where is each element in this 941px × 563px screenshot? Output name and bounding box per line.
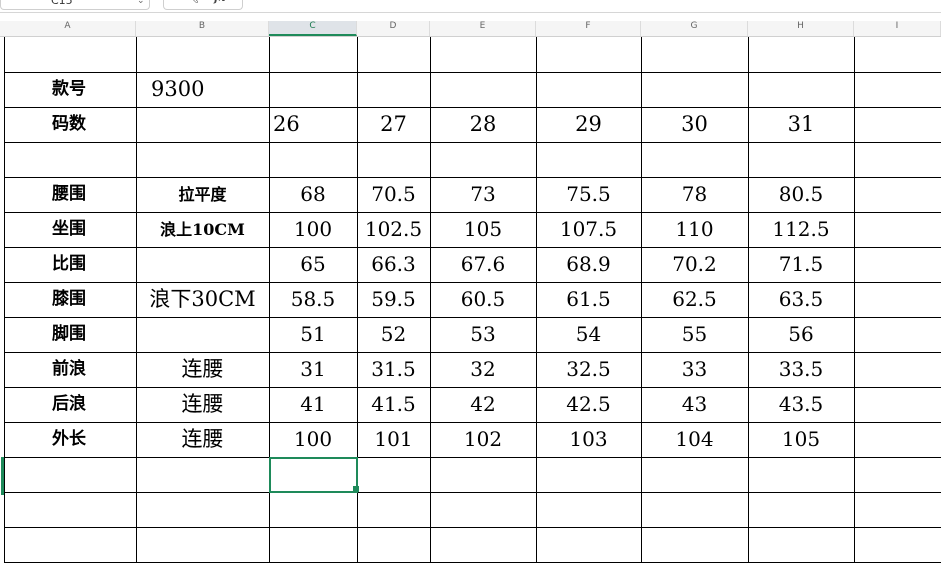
measure-value-cell[interactable]: 105 — [748, 422, 854, 457]
size-header-cell[interactable]: 26 — [269, 107, 357, 142]
measure-value-cell[interactable]: 80.5 — [748, 177, 854, 212]
measure-label[interactable]: 外长 — [4, 422, 136, 457]
measure-value-cell[interactable]: 54 — [536, 317, 641, 352]
column-header-a[interactable]: A — [0, 21, 136, 36]
measure-value-cell[interactable]: 63.5 — [748, 282, 854, 317]
measure-value-cell[interactable]: 51 — [269, 317, 357, 352]
size-header-cell[interactable]: 27 — [357, 107, 430, 142]
measure-value-cell[interactable]: 41 — [269, 387, 357, 422]
size-label[interactable]: 码数 — [4, 107, 136, 142]
measure-value-cell[interactable]: 71.5 — [748, 247, 854, 282]
size-header-cell[interactable]: 31 — [748, 107, 854, 142]
grid-hline — [4, 142, 941, 143]
measure-label[interactable]: 坐围 — [4, 212, 136, 247]
measure-note[interactable]: 拉平度 — [136, 177, 269, 212]
measure-value-cell[interactable]: 42.5 — [536, 387, 641, 422]
measure-label[interactable]: 后浪 — [4, 387, 136, 422]
measure-label[interactable]: 膝围 — [4, 282, 136, 317]
measure-value-cell[interactable]: 43 — [641, 387, 748, 422]
column-header-c[interactable]: C — [269, 21, 357, 36]
column-header-i[interactable]: I — [854, 21, 941, 36]
measure-value-cell[interactable]: 102.5 — [357, 212, 430, 247]
measure-value-cell[interactable]: 68 — [269, 177, 357, 212]
measure-note[interactable]: 浪上10CM — [136, 212, 269, 247]
measure-value-cell[interactable]: 100 — [269, 422, 357, 457]
measure-value-cell[interactable]: 62.5 — [641, 282, 748, 317]
measure-note[interactable]: 连腰 — [136, 422, 269, 457]
measure-label[interactable]: 比围 — [4, 247, 136, 282]
measure-value-cell[interactable]: 75.5 — [536, 177, 641, 212]
style-no-label[interactable]: 款号 — [4, 72, 136, 107]
measure-label[interactable]: 前浪 — [4, 352, 136, 387]
measure-value-cell[interactable]: 43.5 — [748, 387, 854, 422]
measure-value-cell[interactable]: 53 — [430, 317, 536, 352]
measure-value-cell[interactable]: 66.3 — [357, 247, 430, 282]
measure-value-cell[interactable]: 104 — [641, 422, 748, 457]
measure-value-cell[interactable]: 105 — [430, 212, 536, 247]
measure-value-cell[interactable]: 58.5 — [269, 282, 357, 317]
fx-icon[interactable]: fx — [214, 0, 225, 4]
fill-handle[interactable] — [353, 486, 359, 492]
measure-note[interactable]: 连腰 — [136, 387, 269, 422]
column-header-bar: ABCDEFGHI — [0, 21, 941, 37]
measure-value-cell[interactable]: 110 — [641, 212, 748, 247]
size-header-cell[interactable]: 29 — [536, 107, 641, 142]
measure-label[interactable]: 腰围 — [4, 177, 136, 212]
measure-value-cell[interactable]: 55 — [641, 317, 748, 352]
grid-hline — [4, 457, 941, 458]
magnifier-icon[interactable]: 🔍︎ — [184, 0, 199, 4]
measure-value-cell[interactable]: 31 — [269, 352, 357, 387]
measure-value-cell[interactable]: 100 — [269, 212, 357, 247]
style-no-value[interactable]: 9300 — [136, 72, 269, 107]
formula-bar: C15 ⌄ 🔍︎ fx — [0, 0, 941, 13]
column-header-d[interactable]: D — [357, 21, 430, 36]
measure-value-cell[interactable]: 103 — [536, 422, 641, 457]
column-header-h[interactable]: H — [748, 21, 854, 36]
grid-hline — [4, 492, 941, 493]
grid-vline — [854, 37, 855, 563]
column-header-b[interactable]: B — [136, 21, 269, 36]
measure-value-cell[interactable]: 70.2 — [641, 247, 748, 282]
spreadsheet-grid[interactable]: 款号 9300 码数 26 27 28 29 30 31 腰围 拉平度 68 70.5 73 75.5 78 8… — [0, 37, 941, 563]
measure-value-cell[interactable]: 59.5 — [357, 282, 430, 317]
measure-value-cell[interactable]: 70.5 — [357, 177, 430, 212]
chevron-down-icon[interactable]: ⌄ — [137, 0, 145, 6]
measure-value-cell[interactable]: 61.5 — [536, 282, 641, 317]
measure-note[interactable]: 连腰 — [136, 352, 269, 387]
measure-value-cell[interactable]: 68.9 — [536, 247, 641, 282]
column-header-g[interactable]: G — [641, 21, 748, 36]
selected-cell-outline[interactable] — [269, 457, 358, 493]
name-box[interactable]: C15 — [0, 0, 150, 10]
measure-value-cell[interactable]: 33.5 — [748, 352, 854, 387]
measure-value-cell[interactable]: 102 — [430, 422, 536, 457]
measure-value-cell[interactable]: 31.5 — [357, 352, 430, 387]
column-header-e[interactable]: E — [430, 21, 536, 36]
measure-label[interactable]: 脚围 — [4, 317, 136, 352]
size-header-cell[interactable]: 28 — [430, 107, 536, 142]
measure-value-cell[interactable]: 73 — [430, 177, 536, 212]
measure-value-cell[interactable]: 112.5 — [748, 212, 854, 247]
size-header-cell[interactable]: 30 — [641, 107, 748, 142]
measure-value-cell[interactable]: 32.5 — [536, 352, 641, 387]
measure-value-cell[interactable]: 67.6 — [430, 247, 536, 282]
grid-hline — [4, 527, 941, 528]
measure-value-cell[interactable]: 52 — [357, 317, 430, 352]
measure-value-cell[interactable]: 78 — [641, 177, 748, 212]
measure-value-cell[interactable]: 107.5 — [536, 212, 641, 247]
measure-value-cell[interactable]: 41.5 — [357, 387, 430, 422]
measure-value-cell[interactable]: 65 — [269, 247, 357, 282]
measure-value-cell[interactable]: 60.5 — [430, 282, 536, 317]
measure-value-cell[interactable]: 101 — [357, 422, 430, 457]
column-header-f[interactable]: F — [536, 21, 641, 36]
measure-note[interactable]: 浪下30CM — [136, 282, 269, 317]
measure-value-cell[interactable]: 42 — [430, 387, 536, 422]
measure-value-cell[interactable]: 32 — [430, 352, 536, 387]
measure-value-cell[interactable]: 33 — [641, 352, 748, 387]
measure-value-cell[interactable]: 56 — [748, 317, 854, 352]
formula-tools: 🔍︎ fx — [163, 0, 243, 10]
row-selection-marker — [1, 457, 4, 495]
